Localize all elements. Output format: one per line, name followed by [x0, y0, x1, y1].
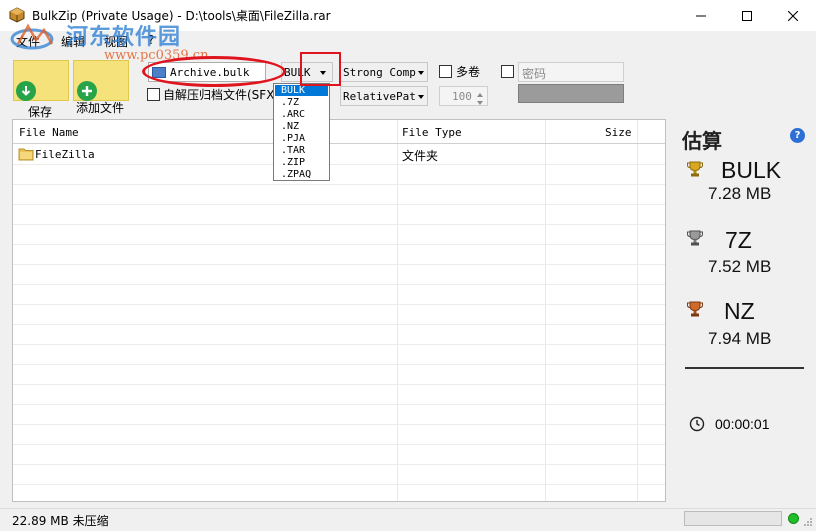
password-label: 密码: [522, 67, 547, 81]
compression-select[interactable]: Strong Comp: [340, 62, 428, 82]
close-button[interactable]: [770, 0, 816, 31]
format-option-tar[interactable]: .TAR: [275, 145, 328, 156]
column-header-file-name[interactable]: File Name: [19, 126, 79, 139]
status-text: 22.89 MB 未压缩: [12, 514, 109, 528]
column-header-file-type[interactable]: File Type: [402, 126, 462, 139]
format-option-zip[interactable]: .ZIP: [275, 157, 328, 168]
spinner-up-icon[interactable]: [474, 88, 486, 97]
elapsed-time: 00:00:01: [715, 416, 770, 432]
volume-size-spinner[interactable]: 100: [439, 86, 488, 106]
file-list[interactable]: File Name File Type Size FileZilla 文件夹: [12, 119, 666, 502]
save-label: 保存: [28, 105, 53, 119]
format-option-arc[interactable]: .ARC: [275, 109, 328, 120]
folder-icon: [18, 148, 34, 161]
spinner-down-icon[interactable]: [474, 96, 486, 105]
estimate-size-1: 7.28 MB: [708, 184, 772, 203]
minimize-icon: [696, 15, 706, 16]
format-dropdown-list[interactable]: BULK .7Z .ARC .NZ .PJA .TAR .ZIP .ZPAQ: [273, 83, 330, 181]
save-button[interactable]: [13, 60, 69, 101]
add-files-label: 添加文件: [76, 101, 125, 115]
silver-trophy-icon: [687, 230, 703, 246]
plus-icon: [77, 81, 97, 101]
password-checkbox[interactable]: [501, 65, 514, 78]
estimate-size-3: 7.94 MB: [708, 329, 772, 348]
estimate-size-2: 7.52 MB: [708, 257, 772, 276]
format-option-pja[interactable]: .PJA: [275, 133, 328, 144]
column-header-size[interactable]: Size: [605, 126, 632, 139]
estimate-format-2: 7Z: [725, 227, 752, 253]
format-option-7z[interactable]: .7Z: [275, 97, 328, 108]
annotation-ellipse: [142, 56, 286, 87]
password-input[interactable]: [518, 84, 624, 103]
annotation-box: [300, 52, 341, 86]
status-led-icon: [788, 513, 799, 524]
maximize-button[interactable]: [724, 0, 770, 31]
path-mode-select[interactable]: RelativePat: [340, 86, 428, 106]
format-option-nz[interactable]: .NZ: [275, 121, 328, 132]
help-icon[interactable]: ?: [790, 128, 805, 143]
multivolume-checkbox[interactable]: [439, 65, 452, 78]
minimize-button[interactable]: [678, 0, 724, 31]
path-mode-value: RelativePat: [343, 90, 416, 103]
download-icon: [16, 81, 36, 101]
sfx-checkbox[interactable]: [147, 88, 160, 101]
password-label-field: 密码: [518, 62, 624, 82]
watermark-logo: [10, 23, 54, 50]
chevron-down-icon: [418, 71, 424, 75]
gold-trophy-icon: [687, 161, 703, 177]
add-files-button[interactable]: [73, 60, 129, 101]
clock-icon: [689, 416, 705, 432]
resize-grip-icon[interactable]: [802, 516, 814, 528]
watermark-title: 河东软件园: [66, 24, 182, 50]
maximize-icon: [742, 10, 752, 21]
compression-value: Strong Comp: [343, 66, 416, 79]
sfx-label: 自解压归档文件(SFX): [163, 88, 280, 102]
estimate-format-1: BULK: [721, 157, 782, 183]
progress-bar: [684, 511, 782, 526]
format-option-bulk[interactable]: BULK: [275, 85, 328, 96]
estimate-format-3: NZ: [724, 298, 755, 324]
estimate-divider: [685, 367, 804, 369]
file-type-cell: 文件夹: [402, 149, 439, 163]
format-option-zpaq[interactable]: .ZPAQ: [275, 169, 328, 180]
chevron-down-icon: [418, 95, 424, 99]
multivolume-label: 多卷: [456, 65, 481, 79]
volume-size-value: 100: [452, 90, 472, 103]
close-icon: [788, 10, 798, 21]
app-icon: [9, 7, 25, 23]
file-name-cell: FileZilla: [35, 148, 95, 161]
bronze-trophy-icon: [687, 301, 703, 317]
estimate-title: 估算: [682, 129, 722, 153]
